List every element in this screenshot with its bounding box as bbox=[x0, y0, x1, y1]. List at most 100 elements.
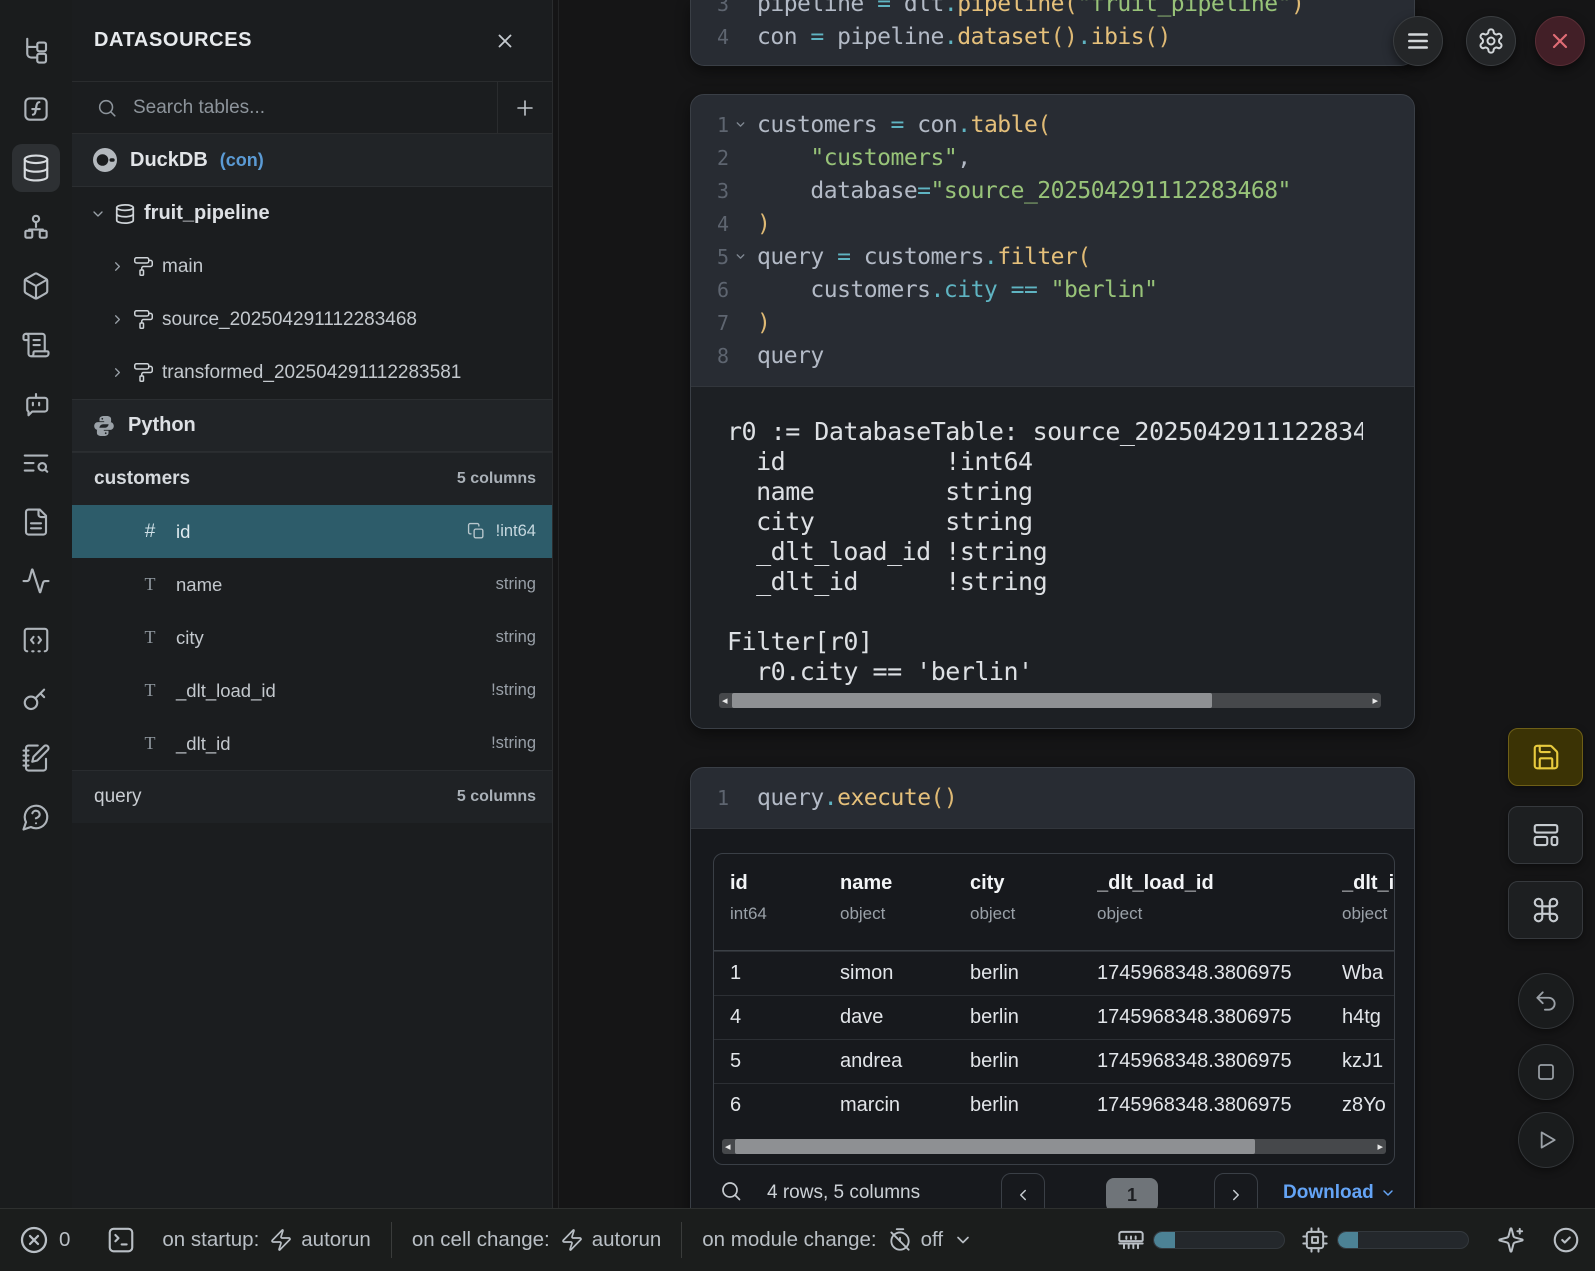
horizontal-scrollbar[interactable]: ◂ ▸ bbox=[719, 693, 1381, 708]
function-square-icon[interactable] bbox=[12, 85, 60, 133]
undo-button[interactable] bbox=[1518, 973, 1574, 1029]
column-row-dlt-id[interactable]: T_dlt_id !string bbox=[72, 717, 552, 770]
help-icon[interactable] bbox=[12, 793, 60, 841]
column-header[interactable]: nameobject bbox=[840, 872, 970, 924]
datasources-icon[interactable] bbox=[12, 144, 60, 192]
horizontal-scrollbar[interactable]: ◂ ▸ bbox=[722, 1139, 1386, 1154]
cell-menu-button[interactable] bbox=[1393, 16, 1443, 66]
status-bar: 0 on startup: autorun on cell change: au… bbox=[0, 1208, 1595, 1271]
connection-status-icon[interactable] bbox=[1551, 1225, 1581, 1255]
fold-chevron-icon[interactable] bbox=[729, 118, 751, 131]
code-line[interactable]: 5query = customers.filter( bbox=[691, 240, 1414, 273]
snippets-icon[interactable] bbox=[12, 616, 60, 664]
code-line[interactable]: 1customers = con.table( bbox=[691, 108, 1414, 141]
tree-item-schema-source[interactable]: source_202504291112283468 bbox=[72, 293, 552, 346]
section-python[interactable]: Python bbox=[72, 399, 552, 452]
tree-item-schema-main[interactable]: main bbox=[72, 240, 552, 293]
scroll-left-arrow[interactable]: ◂ bbox=[725, 1140, 731, 1153]
table-cell: z8Yo bbox=[1342, 1094, 1394, 1117]
table-cell: 1 bbox=[730, 962, 840, 985]
notebook-canvas: 3pipeline = dlt.pipeline("fruit_pipeline… bbox=[553, 0, 1595, 1208]
scroll-right-arrow[interactable]: ▸ bbox=[1372, 694, 1378, 707]
prev-page-button[interactable] bbox=[1001, 1173, 1045, 1208]
stop-button[interactable] bbox=[1518, 1044, 1574, 1100]
on-startup-label: on startup: bbox=[162, 1228, 259, 1252]
code-line[interactable]: 8query bbox=[691, 339, 1414, 372]
secrets-key-icon[interactable] bbox=[12, 675, 60, 723]
ai-chat-icon[interactable] bbox=[12, 380, 60, 428]
table-cell: 1745968348.3806975 bbox=[1097, 962, 1342, 985]
layout-button[interactable] bbox=[1508, 806, 1583, 864]
save-button[interactable] bbox=[1508, 728, 1583, 786]
tracing-icon[interactable] bbox=[12, 557, 60, 605]
notebook-pen-icon[interactable] bbox=[12, 734, 60, 782]
tree-item-database[interactable]: fruit_pipeline bbox=[72, 187, 552, 240]
add-datasource-button[interactable] bbox=[498, 82, 552, 133]
shutdown-button[interactable] bbox=[1535, 16, 1585, 66]
run-button[interactable] bbox=[1518, 1112, 1574, 1168]
table-header-query[interactable]: query 5 columns bbox=[72, 770, 552, 823]
column-row-dlt-load-id[interactable]: T_dlt_load_id !string bbox=[72, 664, 552, 717]
table-cell: dave bbox=[840, 1006, 970, 1029]
on-module-change-value[interactable]: off bbox=[921, 1228, 943, 1252]
tree-item-schema-transformed[interactable]: transformed_202504291112283581 bbox=[72, 346, 552, 399]
code-text: customers = con.table( bbox=[751, 112, 1051, 138]
table-row: 6marcinberlin1745968348.3806975z8Yo bbox=[714, 1083, 1394, 1127]
column-header[interactable]: cityobject bbox=[970, 872, 1097, 924]
scroll-right-arrow[interactable]: ▸ bbox=[1377, 1140, 1383, 1153]
cpu-usage-bar bbox=[1337, 1231, 1469, 1249]
code-line[interactable]: 6 customers.city == "berlin" bbox=[691, 273, 1414, 306]
scrollbar-thumb[interactable] bbox=[735, 1139, 1255, 1154]
connection-row-duckdb[interactable]: DuckDB (con) bbox=[72, 134, 552, 187]
scratchpad-icon[interactable] bbox=[12, 321, 60, 369]
code-cell-3[interactable]: 1query.execute() idint64nameobjectcityob… bbox=[690, 767, 1415, 1208]
column-row-id[interactable]: #id !int64 bbox=[72, 505, 552, 558]
fold-chevron-icon[interactable] bbox=[729, 250, 751, 263]
documentation-icon[interactable] bbox=[12, 498, 60, 546]
code-cell-1[interactable]: 3pipeline = dlt.pipeline("fruit_pipeline… bbox=[690, 0, 1415, 66]
column-row-city[interactable]: Tcity string bbox=[72, 611, 552, 664]
dependency-graph-icon[interactable] bbox=[12, 203, 60, 251]
table-cell: andrea bbox=[840, 1050, 970, 1073]
close-icon[interactable] bbox=[494, 30, 516, 52]
column-header[interactable]: _dlt_load_idobject bbox=[1097, 872, 1342, 924]
row-search-icon[interactable] bbox=[719, 1179, 743, 1203]
table-cell: berlin bbox=[970, 962, 1097, 985]
table-cell: 6 bbox=[730, 1094, 840, 1117]
on-cell-change-value[interactable]: autorun bbox=[592, 1228, 662, 1252]
code-cell-2[interactable]: 1customers = con.table(2 "customers",3 d… bbox=[690, 94, 1415, 729]
code-line[interactable]: 1query.execute() bbox=[691, 781, 1414, 814]
code-line[interactable]: 2 "customers", bbox=[691, 141, 1414, 174]
code-line[interactable]: 4con = pipeline.dataset().ibis() bbox=[691, 20, 1414, 53]
table-header-customers[interactable]: customers 5 columns bbox=[72, 452, 552, 505]
scroll-left-arrow[interactable]: ◂ bbox=[722, 694, 728, 707]
search-input[interactable] bbox=[133, 97, 497, 119]
terminal-icon[interactable] bbox=[106, 1225, 136, 1255]
code-line[interactable]: 7) bbox=[691, 306, 1414, 339]
table-cell: berlin bbox=[970, 1094, 1097, 1117]
download-link[interactable]: Download bbox=[1283, 1182, 1396, 1204]
column-header[interactable]: idint64 bbox=[730, 872, 840, 924]
code-line[interactable]: 3pipeline = dlt.pipeline("fruit_pipeline… bbox=[691, 0, 1414, 20]
chevron-right-icon bbox=[110, 259, 125, 274]
page-number[interactable]: 1 bbox=[1106, 1178, 1158, 1208]
column-row-name[interactable]: Tname string bbox=[72, 558, 552, 611]
next-page-button[interactable] bbox=[1214, 1173, 1258, 1208]
ai-sparkles-icon[interactable] bbox=[1497, 1226, 1525, 1254]
logs-search-icon[interactable] bbox=[12, 439, 60, 487]
column-name: _dlt_load_id bbox=[176, 680, 276, 702]
file-tree-icon[interactable] bbox=[12, 26, 60, 74]
memory-usage-bar bbox=[1153, 1231, 1285, 1249]
code-line[interactable]: 4) bbox=[691, 207, 1414, 240]
code-text: pipeline = dlt.pipeline("fruit_pipeline"… bbox=[751, 0, 1304, 17]
packages-icon[interactable] bbox=[12, 262, 60, 310]
command-palette-button[interactable] bbox=[1508, 881, 1583, 939]
copy-icon[interactable] bbox=[467, 522, 486, 541]
code-line[interactable]: 3 database="source_202504291112283468" bbox=[691, 174, 1414, 207]
chevron-down-icon[interactable] bbox=[953, 1230, 973, 1250]
errors-icon[interactable] bbox=[18, 1224, 50, 1256]
column-header[interactable]: _dlt_idobject bbox=[1342, 872, 1395, 924]
settings-button[interactable] bbox=[1466, 16, 1516, 66]
scrollbar-thumb[interactable] bbox=[732, 693, 1212, 708]
on-startup-value[interactable]: autorun bbox=[301, 1228, 371, 1252]
